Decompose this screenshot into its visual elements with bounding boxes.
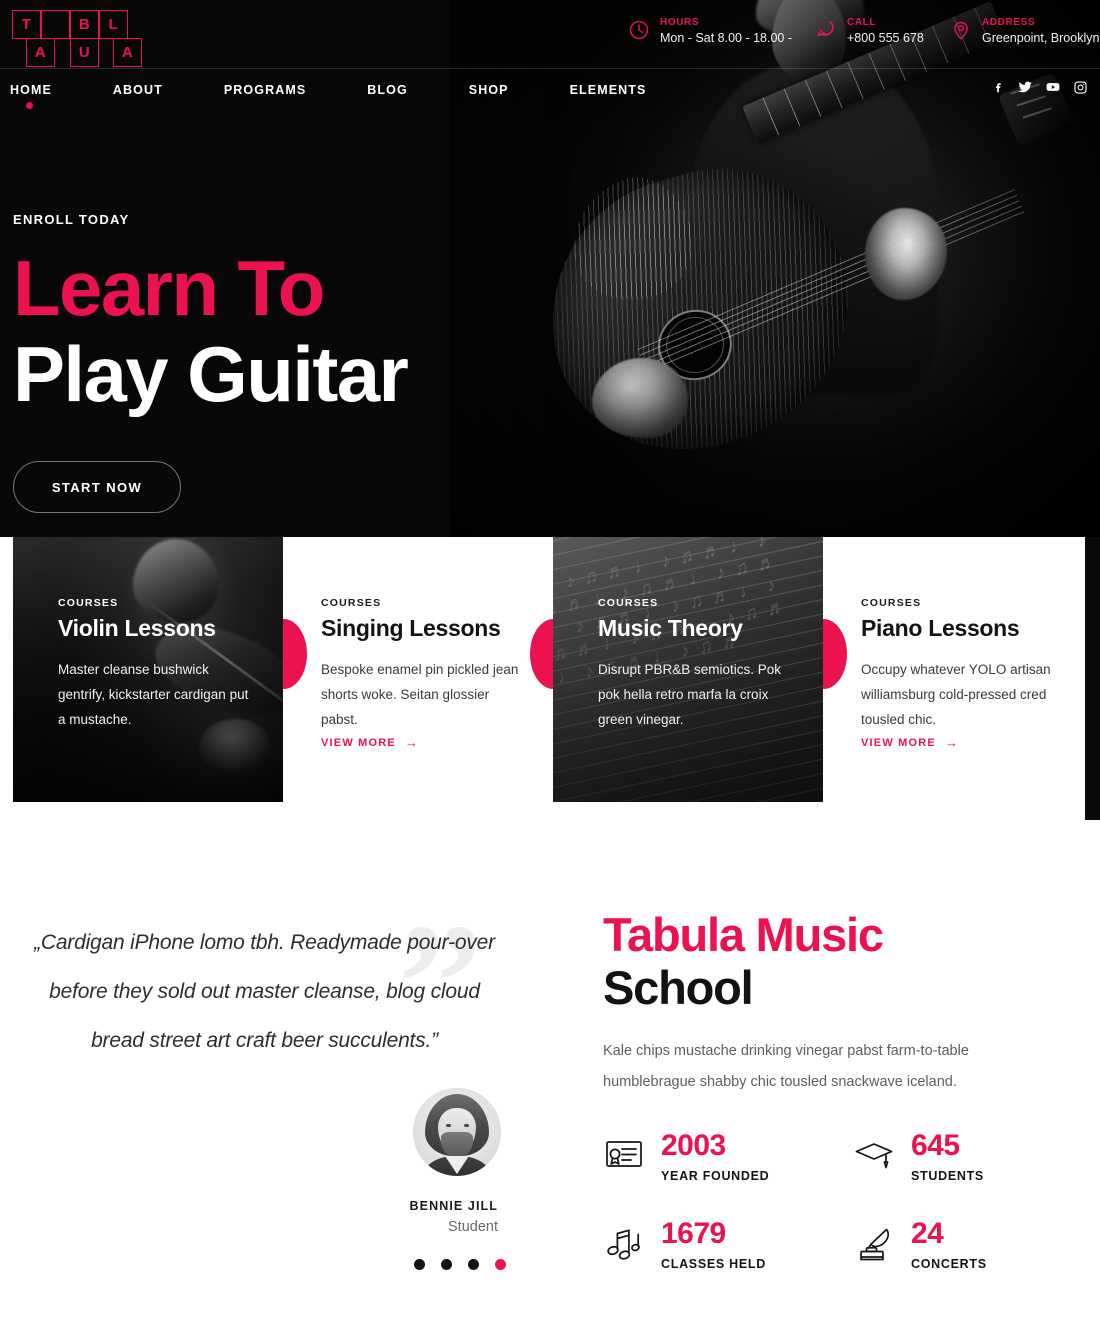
hero-copy: ENROLL TODAY Learn To Play Guitar [13,212,409,418]
about-description: Kale chips mustache drinking vinegar pab… [603,1042,969,1090]
course-title: Singing Lessons [321,615,501,641]
nav-item-about[interactable]: ABOUT [113,83,191,97]
header-contact-call[interactable]: CALL +800 555 678 [815,17,924,46]
graduation-icon [853,1135,895,1177]
avatar [413,1088,501,1176]
about-block: Tabula Music School Kale chips mustache … [603,910,1063,1098]
stat-students: 645 STUDENTS [853,1131,1063,1219]
social-links [991,79,1088,95]
hours-label: HOURS [660,17,700,28]
logo-cell-blank-1 [41,10,70,39]
stat-value: 2003 [661,1129,726,1162]
course-card-music-theory[interactable]: ♩♪♫♬♩♪♫♬♩♪♫♬♩♪♫♬♩♪♫♬♩♪♫♬♩♪♫♬♩♪♫♬♩♪♫♬♩♪♫♬… [530,537,823,802]
course-card-singing[interactable]: COURSES Singing Lessons Bespoke enamel p… [260,537,553,802]
logo-cell-b: B [70,10,99,39]
pagination-dot-3[interactable] [468,1259,479,1270]
nav-item-shop[interactable]: SHOP [469,83,537,97]
stat-concerts: 24 CONCERTS [853,1219,1063,1307]
nav-items: HOME ABOUT PROGRAMS BLOG SHOP ELEMENTS [10,69,675,111]
course-kicker: COURSES [58,597,119,609]
course-title: Violin Lessons [58,615,216,641]
course-card-piano[interactable]: COURSES Piano Lessons Occupy whatever YO… [800,537,1093,802]
stat-value: 645 [911,1129,960,1162]
stat-year-founded: 2003 YEAR FOUNDED [603,1131,853,1219]
nav-item-blog[interactable]: BLOG [367,83,436,97]
nav-label-home: HOME [10,83,52,97]
nav-item-programs[interactable]: PROGRAMS [224,83,334,97]
stat-label: CLASSES HELD [661,1257,766,1271]
course-kicker: COURSES [321,597,382,609]
stat-value: 24 [911,1217,944,1250]
nav-item-elements[interactable]: ELEMENTS [570,83,675,97]
about-title-pink: Tabula Music [603,908,884,961]
certificate-icon [603,1135,645,1177]
course-kicker: COURSES [861,597,922,609]
call-label: CALL [847,17,877,28]
stat-value: 1679 [661,1217,726,1250]
clock-icon [628,19,650,41]
address-label: ADDRESS [982,17,1036,28]
hero-eyebrow: ENROLL TODAY [13,212,130,227]
course-desc: Disrupt PBR&B semiotics. Pok pok hella r… [598,662,782,727]
stats-grid: 2003 YEAR FOUNDED 645 STUDENTS 1679 CLAS… [603,1131,1063,1307]
logo-cell-l: L [99,10,128,39]
stat-label: STUDENTS [911,1169,984,1183]
logo-cell-a2: A [113,38,142,67]
courses-section: COURSES Violin Lessons Master cleanse bu… [0,537,1100,820]
hero-title-line1: Learn To [13,244,325,332]
pagination-dot-4-active[interactable] [495,1259,506,1270]
header-contact-address: ADDRESS Greenpoint, Brooklyn [950,17,1099,46]
youtube-icon[interactable] [1045,79,1061,95]
hero-title-line2: Play Guitar [13,330,409,418]
course-desc: Bespoke enamel pin pickled jean shorts w… [321,662,519,727]
twitter-icon[interactable] [1017,79,1033,95]
logo-cell-t: T [12,10,41,39]
logo-cell-u: U [70,38,99,67]
top-bar: T B L A U A HOURS Mon - Sat 8.00 - 18.00… [0,0,1100,68]
site-logo[interactable]: T B L A U A [12,10,152,67]
nav-item-home[interactable]: HOME [10,83,80,109]
testimonial-quote: „Cardigan iPhone lomo tbh. Readymade pou… [34,931,495,1052]
pagination-dot-1[interactable] [414,1259,425,1270]
stat-classes-held: 1679 CLASSES HELD [603,1219,853,1307]
main-navigation: HOME ABOUT PROGRAMS BLOG SHOP ELEMENTS [0,68,1100,110]
course-desc: Occupy whatever YOLO artisan williamsbur… [861,662,1051,727]
course-kicker: COURSES [598,597,659,609]
stat-label: YEAR FOUNDED [661,1169,770,1183]
pagination-dot-2[interactable] [441,1259,452,1270]
stat-label: CONCERTS [911,1257,987,1271]
course-card-violin[interactable]: COURSES Violin Lessons Master cleanse bu… [13,537,283,802]
testimonial-role: Student [448,1219,498,1235]
course-title: Music Theory [598,615,743,641]
course-desc: Master cleanse bushwick gentrify, kickst… [58,662,249,727]
call-value: +800 555 678 [847,30,924,45]
phone-icon [815,19,837,41]
lower-section: ” „Cardigan iPhone lomo tbh. Readymade p… [0,820,1100,1332]
instagram-icon[interactable] [1073,80,1088,95]
testimonial-author: BENNIE JILL [409,1199,498,1213]
testimonial-pagination [414,1259,506,1270]
address-value: Greenpoint, Brooklyn [982,30,1100,45]
start-now-button[interactable]: START NOW [13,461,181,513]
hours-value: Mon - Sat 8.00 - 18.00 - [660,30,793,45]
about-title-dark: School [603,960,754,1014]
nav-active-dot [26,102,33,109]
header-contact-hours: HOURS Mon - Sat 8.00 - 18.00 - [628,17,792,46]
course-title: Piano Lessons [861,615,1020,641]
music-notes-icon [603,1223,645,1265]
gramophone-icon [853,1223,895,1265]
page-root: ENROLL TODAY Learn To Play Guitar START … [0,0,1100,1332]
logo-cell-a1: A [26,38,55,67]
location-icon [950,19,972,41]
facebook-icon[interactable] [991,80,1005,94]
